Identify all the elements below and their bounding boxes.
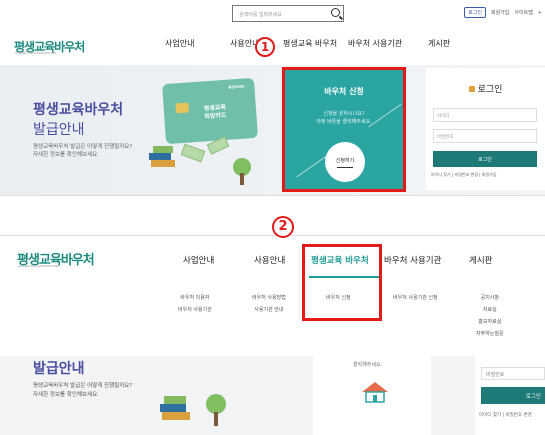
house-icon xyxy=(362,382,388,403)
signup-link[interactable]: 회원가입 xyxy=(491,9,509,16)
nav-item-board[interactable]: 게시판 xyxy=(428,38,450,49)
login-button[interactable]: 로그인 xyxy=(481,387,545,404)
hero-desc-line1: 평생교육바우처 발급은 어떻게 진행될까요? xyxy=(33,144,133,150)
hero-desc-line2: 자세한 정보를 확인해보세요. xyxy=(33,392,99,398)
login-links[interactable]: 아이디 찾기 | 비밀번호 변경 | 회원가입 xyxy=(431,172,497,178)
site-logo-subtext: LIFELONG EDUCATION VOUCHER xyxy=(18,265,59,268)
id-field[interactable]: 아이디 xyxy=(433,108,537,122)
login-panel-partial: 비밀번호 로그인 아이디 찾기 | 비밀번호 변경 xyxy=(475,356,545,435)
step-marker-1: 1 xyxy=(255,37,275,57)
submenu-item[interactable]: 바우처 사용방법 xyxy=(252,292,286,304)
login-links[interactable]: 아이디 찾기 | 비밀번호 변경 xyxy=(479,412,532,418)
hero-desc: 평생교육바우처 발급은 어떻게 진행될까요? 자세한 정보를 확인해보세요. xyxy=(33,382,132,400)
submenu-usage: 바우처 사용방법 사용기관 안내 xyxy=(252,292,286,316)
submenu-item[interactable]: 사용기관 안내 xyxy=(252,304,286,316)
screenshot-bottom: 평생교육바우처 LIFELONG EDUCATION VOUCHER 사업안내 … xyxy=(0,235,545,435)
login-title-text: 로그인 xyxy=(477,85,503,95)
search-icon[interactable] xyxy=(331,8,340,17)
voucher-panel-partial: 클릭해주세요. xyxy=(313,356,431,435)
hero-title-line1: 평생교육바우처 xyxy=(33,102,124,118)
submenu-institutions: 바우처 사용기관 신청 xyxy=(393,292,438,304)
lock-icon xyxy=(468,86,475,92)
screenshot-top: 검색어를 입력하세요 로그인 회원가입 사이트맵 + 평생교육바우처 LIFEL… xyxy=(0,0,545,196)
util-login-link[interactable]: 로그인 xyxy=(464,7,486,18)
panel-mid-text: 클릭해주세요. xyxy=(353,362,383,368)
nav-item-business[interactable]: 사업안내 xyxy=(183,254,214,266)
site-logo-subtext: LIFELONG EDUCATION VOUCHER xyxy=(15,52,56,55)
nav-item-institutions[interactable]: 바우처 사용기관 xyxy=(384,254,441,266)
voucher-apply-panel[interactable]: 바우처 신청 신청을 원하시나요? 아래 버튼을 클릭해주세요. 신청하기 xyxy=(282,67,406,192)
hero-title-line2: 발급안내 xyxy=(33,122,85,138)
voucher-apply-desc-line1: 신청을 원하시나요? xyxy=(323,111,365,117)
login-button[interactable]: 로그인 xyxy=(433,151,537,167)
submenu-item[interactable]: 홍보자료실 xyxy=(476,316,504,328)
sitemap-link[interactable]: 사이트맵 xyxy=(514,9,532,16)
login-title: 로그인 xyxy=(426,82,545,95)
submenu-item[interactable]: 자주하는질문 xyxy=(476,328,504,340)
utility-bar: 검색어를 입력하세요 로그인 회원가입 사이트맵 + xyxy=(0,5,545,22)
plus-icon[interactable]: + xyxy=(538,10,542,16)
card-brand: 평생교육바 xyxy=(228,84,245,90)
voucher-apply-title: 바우처 신청 xyxy=(324,87,364,96)
hero-desc-line1: 평생교육바우처 발급은 어떻게 진행될까요? xyxy=(33,383,133,389)
submenu-item[interactable]: 자료실 xyxy=(476,304,504,316)
voucher-apply-desc: 신청을 원하시나요? 아래 버튼을 클릭해주세요. xyxy=(285,110,403,126)
card-text-line2: 희망카드 xyxy=(204,111,227,121)
submenu-board: 공지사항 자료실 홍보자료실 자주하는질문 xyxy=(476,292,504,340)
nav-item-board[interactable]: 게시판 xyxy=(469,254,492,266)
search-input[interactable]: 검색어를 입력하세요 xyxy=(232,5,344,22)
tree-icon xyxy=(233,158,251,185)
util-links: 로그인 회원가입 사이트맵 + xyxy=(464,7,542,18)
submenu-item[interactable]: 바우처 사용기관 신청 xyxy=(393,292,438,304)
password-field[interactable]: 비밀번호 xyxy=(433,129,537,143)
search-placeholder: 검색어를 입력하세요 xyxy=(239,12,282,18)
nav-item-institutions[interactable]: 바우처 사용기관 xyxy=(348,38,402,49)
hero-desc-line2: 자세한 정보를 확인해보세요. xyxy=(33,152,99,158)
nav-item-usage[interactable]: 사용안내 xyxy=(254,254,285,266)
hero-desc: 평생교육바우처 발급은 어떻게 진행될까요? 자세한 정보를 확인해보세요. xyxy=(33,143,132,159)
submenu-item[interactable]: 공지사항 xyxy=(476,292,504,304)
highlight-box xyxy=(302,244,382,321)
card-chip-icon xyxy=(175,102,190,114)
books-icon xyxy=(149,146,175,167)
hero-banner: 발급안내 평생교육바우처 발급은 어떻게 진행될까요? 자세한 정보를 확인해보… xyxy=(0,356,545,435)
books-icon xyxy=(160,394,226,426)
hero-title: 발급안내 xyxy=(33,361,85,377)
submenu-item[interactable]: 바우처 사용기관 xyxy=(178,304,212,316)
voucher-apply-desc-line2: 아래 버튼을 클릭해주세요. xyxy=(316,119,372,125)
submenu-business: 바우처 이용자 바우처 사용기관 xyxy=(178,292,212,316)
nav-item-voucher[interactable]: 평생교육 바우처 xyxy=(283,38,337,49)
login-panel: 로그인 아이디 비밀번호 로그인 아이디 찾기 | 비밀번호 변경 | 회원가입 xyxy=(426,68,545,190)
nav-item-business[interactable]: 사업안내 xyxy=(165,38,194,49)
password-field[interactable]: 비밀번호 xyxy=(481,367,545,380)
apply-button[interactable]: 신청하기 xyxy=(325,142,365,182)
step-marker-2: 2 xyxy=(272,216,294,238)
submenu-item[interactable]: 바우처 이용자 xyxy=(178,292,212,304)
